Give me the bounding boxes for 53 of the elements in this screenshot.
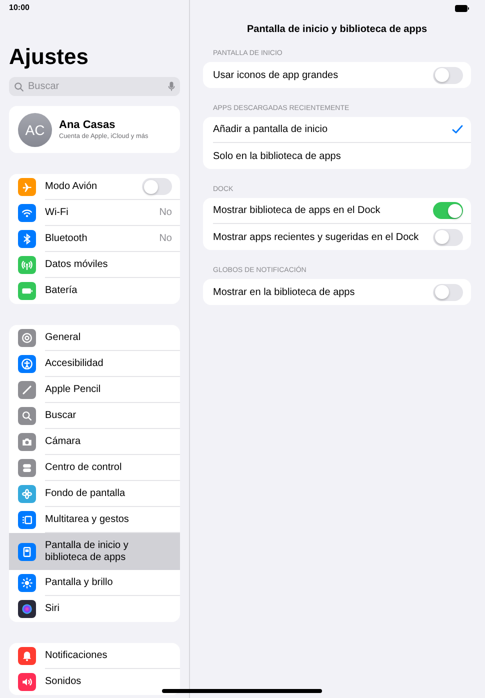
settings-label: Accesibilidad (45, 358, 104, 370)
settings-label: Pantalla y brillo (45, 576, 114, 588)
settings-label: Sonidos (45, 676, 82, 688)
settings-item[interactable]: Accesibilidad (9, 351, 180, 377)
settings-item[interactable]: Wi-Fi No (9, 200, 180, 226)
settings-label: General (45, 332, 82, 344)
settings-label: Apple Pencil (45, 384, 102, 396)
settings-value: No (159, 233, 172, 244)
settings-label: Pantalla de inicio y biblioteca de apps (45, 540, 130, 564)
settings-label: Datos móviles (45, 258, 109, 270)
settings-label: Multitarea y gestos (45, 514, 130, 526)
settings-item[interactable]: Modo Avión (9, 174, 180, 200)
settings-row[interactable]: Mostrar apps recientes y sugeridas en el Dock (213, 224, 471, 250)
settings-row[interactable]: Añadir a pantalla de inicio (213, 117, 471, 143)
profile-name: Ana Casas (59, 119, 116, 131)
settings-item[interactable]: Pantalla y brillo (9, 570, 180, 596)
settings-label: Modo Avión (45, 180, 98, 192)
settings-item[interactable]: Sonidos (9, 669, 180, 695)
settings-item[interactable]: Datos móviles (9, 252, 180, 278)
settings-label: Siri (45, 603, 60, 615)
settings-item[interactable]: Pantalla de inicio y biblioteca de apps (9, 533, 180, 570)
settings-value: No (159, 207, 172, 218)
settings-item[interactable]: Notificaciones (9, 643, 180, 669)
settings-label: Batería (45, 285, 78, 297)
status-time: 10:00 (9, 3, 30, 12)
settings-label: Centro de control (45, 462, 123, 474)
settings-label: Usar iconos de app grandes (213, 70, 340, 80)
settings-item[interactable]: Siri (9, 596, 180, 622)
settings-label: Cámara (45, 436, 82, 448)
settings-label: Mostrar biblioteca de apps en el Dock (213, 205, 382, 216)
page-title: Pantalla de inicio y biblioteca de apps (246, 24, 428, 35)
settings-item[interactable]: Centro de control (9, 455, 180, 481)
settings-label: Añadir a pantalla de inicio (213, 124, 329, 135)
settings-item[interactable]: Batería (9, 278, 180, 304)
settings-label: Bluetooth (45, 232, 88, 244)
settings-label: Notificaciones (45, 650, 108, 662)
settings-label: Buscar (45, 410, 78, 422)
settings-item[interactable]: Buscar (9, 403, 180, 429)
settings-item[interactable]: General (9, 325, 180, 351)
settings-item[interactable]: Apple Pencil (9, 377, 180, 403)
settings-label: Mostrar apps recientes y sugeridas en el Dock (213, 232, 420, 242)
settings-item[interactable]: Fondo de pantalla (9, 481, 180, 507)
settings-row[interactable]: Solo en la biblioteca de apps (213, 143, 471, 169)
settings-label: Solo en la biblioteca de apps (213, 150, 342, 162)
search-field[interactable]: Buscar (9, 77, 180, 96)
settings-label: Wi-Fi (45, 206, 70, 218)
sidebar-title: Ajustes (9, 44, 90, 70)
settings-label: Mostrar en la biblioteca de apps (213, 286, 356, 298)
settings-item[interactable]: Bluetooth No (9, 226, 180, 252)
settings-row[interactable]: Mostrar biblioteca de apps en el Dock (213, 198, 471, 224)
settings-item[interactable]: Cámara (9, 429, 180, 455)
avatar: AC (18, 112, 52, 146)
settings-label: Fondo de pantalla (45, 488, 126, 500)
